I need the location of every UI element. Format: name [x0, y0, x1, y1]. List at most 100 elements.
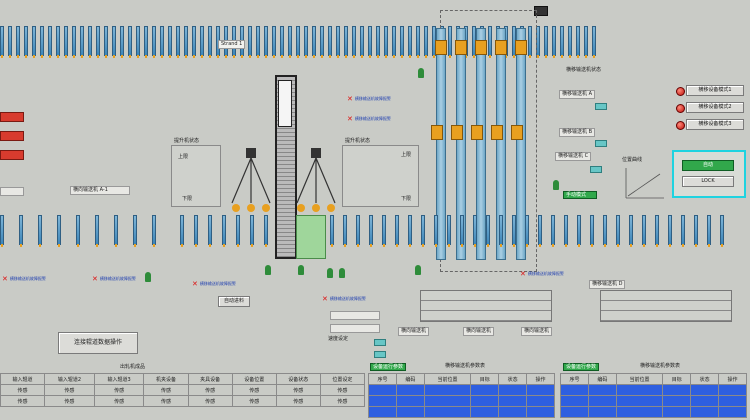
status-red-button[interactable] [0, 112, 24, 122]
alarm-entry[interactable]: ✕ 横移输送机故障报警 [192, 280, 236, 288]
roller [330, 215, 334, 247]
param-header: 序号 [368, 373, 397, 385]
status-cyan-indicator [374, 351, 386, 358]
roller [236, 215, 240, 247]
bottom-left-table-title: 出轧机成品 [120, 364, 146, 370]
speed-value[interactable] [330, 324, 380, 333]
table-cell[interactable]: 传感 [319, 384, 366, 396]
roller [344, 26, 348, 58]
auto-indicator[interactable]: 自动 [682, 160, 734, 171]
param-cell[interactable] [368, 384, 397, 396]
roller [576, 26, 580, 58]
table-cell[interactable]: 传感 [231, 384, 277, 396]
param-cell[interactable] [690, 384, 720, 396]
param-cell[interactable] [526, 395, 555, 407]
param-cell[interactable] [470, 384, 500, 396]
table-cell[interactable]: 传感 [44, 395, 95, 407]
param-cell[interactable] [662, 384, 692, 396]
speed-value[interactable] [330, 311, 380, 320]
alarm-entry[interactable]: ✕ 横移输送机故障报警 [322, 295, 366, 303]
manual-mode-bar[interactable]: 手动模式 [563, 191, 597, 199]
alarm-text: 横移输送机故障报警 [527, 271, 564, 276]
roller [76, 215, 80, 247]
table-header: 设备状态 [275, 373, 321, 385]
param-cell[interactable] [423, 406, 472, 418]
param-cell[interactable] [423, 384, 472, 396]
alarm-entry[interactable]: ✕ 横移输送机故障报警 [347, 115, 391, 123]
alarm-entry[interactable]: ✕ 横移输送机故障报警 [347, 95, 391, 103]
param-cell[interactable] [587, 395, 617, 407]
param-cell[interactable] [718, 395, 747, 407]
alarm-x-icon: ✕ [520, 270, 526, 278]
table-cell[interactable]: 传感 [0, 395, 46, 407]
table-cell[interactable]: 传感 [143, 395, 189, 407]
param-cell[interactable] [526, 384, 555, 396]
param-cell[interactable] [718, 384, 747, 396]
table-cell[interactable]: 传感 [187, 395, 233, 407]
param-cell[interactable] [560, 384, 589, 396]
roller [56, 26, 60, 58]
param-cell[interactable] [395, 384, 425, 396]
rack-clamp [475, 40, 487, 55]
param-cell[interactable] [470, 406, 500, 418]
roller [408, 215, 412, 247]
status-red-button[interactable] [0, 150, 24, 160]
param-cell[interactable] [498, 384, 528, 396]
param-cell[interactable] [470, 395, 500, 407]
param-cell[interactable] [718, 406, 747, 418]
param-cell[interactable] [368, 406, 397, 418]
mode-button[interactable]: 横移设备模式1 [686, 85, 744, 96]
roller [57, 215, 61, 247]
mode-button[interactable]: 横移设备模式3 [686, 119, 744, 130]
table-cell[interactable]: 传感 [0, 384, 46, 396]
param-cell[interactable] [423, 395, 472, 407]
table-header: 设备位置 [231, 373, 277, 385]
param-cell[interactable] [587, 406, 617, 418]
roller [194, 215, 198, 247]
param-cell[interactable] [498, 395, 528, 407]
table-cell[interactable]: 传感 [187, 384, 233, 396]
roller [720, 215, 724, 247]
roller [48, 26, 52, 58]
param-cell[interactable] [690, 406, 720, 418]
param-cell[interactable] [587, 384, 617, 396]
param-cell[interactable] [662, 395, 692, 407]
param-cell[interactable] [395, 395, 425, 407]
table-cell[interactable]: 传感 [93, 384, 145, 396]
table-cell[interactable]: 传感 [275, 395, 321, 407]
rack-clamp [491, 125, 503, 140]
roller [655, 215, 659, 247]
param-cell[interactable] [615, 384, 664, 396]
param-cell[interactable] [615, 406, 664, 418]
roller [168, 26, 172, 58]
alarm-text: 横移输送机故障报警 [199, 281, 236, 286]
mode-button[interactable]: 横移设备模式2 [686, 102, 744, 113]
param-cell[interactable] [395, 406, 425, 418]
alarm-entry[interactable]: ✕ 横移输送机故障报警 [92, 275, 136, 283]
sensor-icon [298, 265, 304, 275]
param-cell[interactable] [662, 406, 692, 418]
right-control-item: 横移输送机 C [555, 152, 592, 161]
table-cell[interactable]: 传感 [44, 384, 95, 396]
param-cell[interactable] [615, 395, 664, 407]
roller [264, 26, 268, 58]
table-cell[interactable]: 传感 [93, 395, 145, 407]
param-cell[interactable] [560, 395, 589, 407]
mid-button[interactable]: 自动进料 [218, 296, 250, 307]
table-cell[interactable]: 传感 [231, 395, 277, 407]
sensor-icon [145, 272, 151, 282]
param-cell[interactable] [690, 395, 720, 407]
alarm-entry[interactable]: ✕ 横移输送机故障报警 [520, 270, 564, 278]
table-cell[interactable]: 传感 [275, 384, 321, 396]
table-cell[interactable]: 传感 [319, 395, 366, 407]
roller [136, 26, 140, 58]
param-cell[interactable] [560, 406, 589, 418]
param-cell[interactable] [368, 395, 397, 407]
roller-data-button[interactable]: 连接辊道数据操作 [58, 332, 138, 354]
param-cell[interactable] [526, 406, 555, 418]
alarm-entry[interactable]: ✕ 横移输送机故障报警 [2, 275, 46, 283]
lock-button[interactable]: LOCK [682, 176, 734, 187]
status-red-button[interactable] [0, 131, 24, 141]
table-cell[interactable]: 传感 [143, 384, 189, 396]
param-cell[interactable] [498, 406, 528, 418]
